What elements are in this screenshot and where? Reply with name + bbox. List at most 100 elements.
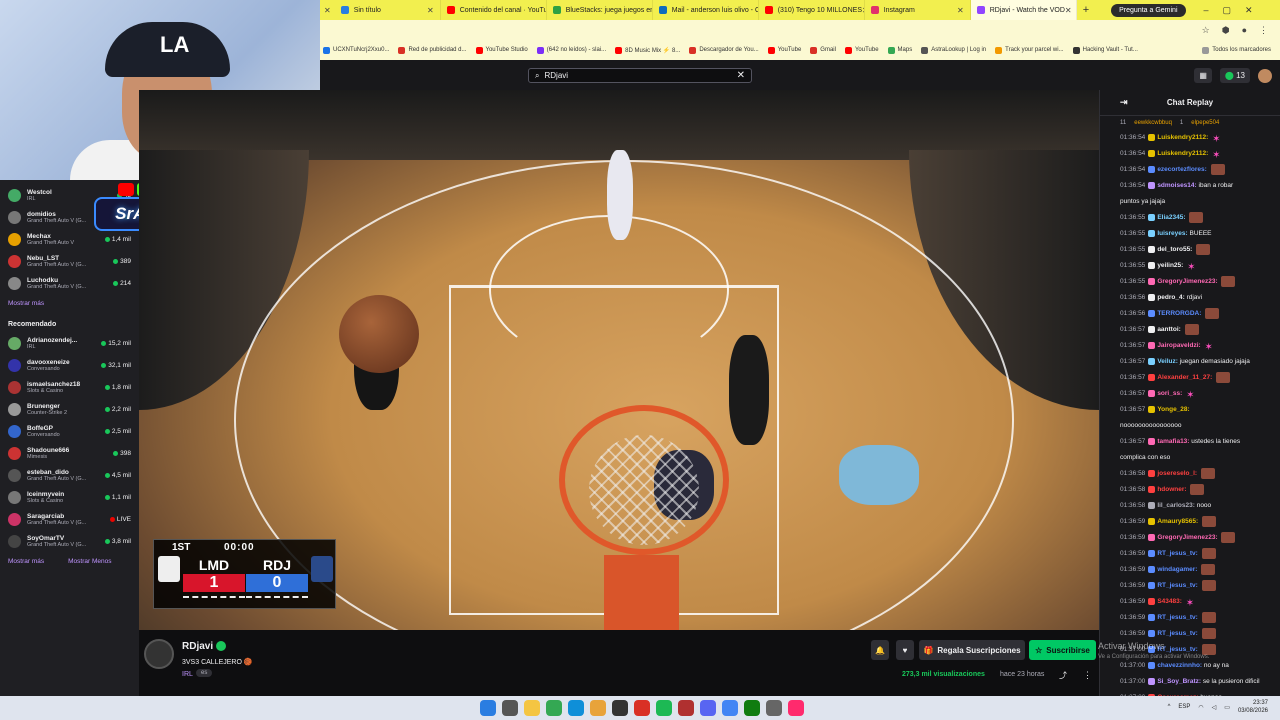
channel-name[interactable]: RDjavi [182,641,213,652]
collapse-chat-icon[interactable]: ⇥ [1120,97,1128,108]
settings-icon[interactable] [766,700,782,716]
stream-category[interactable]: IRL [182,671,193,678]
close-tab-icon[interactable]: ✕ [1065,6,1072,15]
bookmark-item[interactable]: YouTube [844,46,879,54]
browser-tab[interactable]: Instagram ✕ [865,0,971,20]
chat-username[interactable]: RT_jesus_tv: [1157,630,1197,637]
chat-username[interactable]: RT_jesus_tv: [1157,550,1197,557]
sidebar-channel[interactable]: esteban_dido Grand Theft Auto V (G... 4,… [0,464,139,486]
sidebar-channel[interactable]: SoyOmarTV Grand Theft Auto V (G... 3,8 m… [0,530,139,552]
bookmark-item[interactable]: Hacking Vault - Tut... [1072,46,1138,54]
chat-username[interactable]: TERRORGDA: [1157,310,1201,317]
sidebar-channel[interactable]: davooxeneize Conversando 32,1 mil [0,354,139,376]
bookmark-star-icon[interactable]: ☆ [1202,25,1210,36]
menu-icon[interactable]: ⋮ [1259,25,1268,36]
window-controls[interactable]: –▢✕ [1204,5,1267,16]
chat-username[interactable]: GregoryJimenez23: [1157,278,1217,285]
gift-subs-button[interactable]: 🎁 Regala Suscripciones [919,640,1025,660]
bookmark-item[interactable]: (642 no leídos) - slai... [536,46,606,54]
edge-icon[interactable] [568,700,584,716]
sidebar-channel[interactable]: Brunenger Counter-Strike 2 2,2 mil [0,398,139,420]
language-tag[interactable]: es [196,669,213,677]
chat-username[interactable]: hdowner: [1157,486,1186,493]
spotify-icon[interactable] [656,700,672,716]
xbox-icon[interactable] [744,700,760,716]
chat-username[interactable]: Amaury8565: [1157,518,1198,525]
chat-username[interactable]: Luiskendry2112: [1157,150,1208,157]
bookmark-item[interactable]: 8D Music Mix ⚡ 8... [615,46,680,54]
all-bookmarks-button[interactable]: Todos los marcadores [1202,46,1271,54]
subscribe-button[interactable]: ☆ Suscribirse [1029,640,1096,660]
bookmark-item[interactable]: Descargador de You... [689,46,759,54]
capcut-icon[interactable] [788,700,804,716]
channel-points-badge[interactable]: ⬤ 13 [1219,68,1250,83]
browser-tab[interactable]: Contenido del canal · YouTube✕ [441,0,547,20]
chrome-alt-icon[interactable] [722,700,738,716]
leaderboard-entry[interactable]: 1 [1180,120,1183,126]
channel-avatar[interactable] [144,639,174,669]
file-explorer-icon[interactable] [524,700,540,716]
bookmark-item[interactable]: Track your parcel wi... [995,46,1064,54]
leaderboard-entry[interactable]: eewkkcwbbuq [1134,120,1172,126]
battery-icon[interactable]: ▭ [1224,704,1230,711]
chat-username[interactable]: RT_jesus_tv: [1157,582,1197,589]
chat-username[interactable]: yeilin25: [1157,262,1183,269]
show-more-recommended[interactable]: Mostrar más [8,558,44,565]
chat-username[interactable]: Elia2345: [1157,214,1185,221]
chat-username[interactable]: pedro_4: [1157,294,1184,301]
obs-icon[interactable] [678,700,694,716]
leaderboard-entry[interactable]: 11 [1120,120,1126,126]
chat-username[interactable]: Alexander_11_27: [1157,374,1212,381]
browser-tab[interactable]: (310) Tengo 10 MILLONES✕ [759,0,865,20]
chat-username[interactable]: chavezzinnho: [1157,662,1202,669]
sidebar-channel[interactable]: Adrianozendej... IRL 15,2 mil [0,332,139,354]
browser-tab[interactable]: Sin título ✕ [335,0,441,20]
chat-username[interactable]: RT_jesus_tv: [1157,614,1197,621]
chat-username[interactable]: ezecortezflores: [1157,166,1207,173]
sidebar-channel[interactable]: Luchodku Grand Theft Auto V (G... 214 [0,272,139,294]
chat-username[interactable]: josereselo_l: [1157,470,1197,477]
chat-username[interactable]: sdmoises14: [1157,182,1196,189]
bookmark-item[interactable]: Maps [887,46,912,54]
taskbar-clock[interactable]: 23:37 03/08/2026 [1238,699,1268,715]
notifications-bell-button[interactable]: 🔔 [871,640,889,660]
language-indicator[interactable]: ESP [1178,704,1190,710]
show-more-following[interactable]: Mostrar más [0,294,139,313]
chat-username[interactable]: S43483: [1157,598,1182,605]
chat-username[interactable]: GregoryJimenez23: [1157,534,1217,541]
chat-username[interactable]: windagamer: [1157,566,1197,573]
chat-username[interactable]: luisreyes: [1157,230,1187,237]
chat-username[interactable]: Jairopaveldzi: [1157,342,1200,349]
app-icon[interactable] [612,700,628,716]
tray-chevron-icon[interactable]: ^ [1168,704,1171,710]
chat-username[interactable]: Si_Soy_Bratz: [1157,678,1201,685]
browser-tab[interactable]: Mail - anderson luis olivo - Outlook✕ [653,0,759,20]
volume-icon[interactable]: ◁ [1212,704,1217,711]
folder-icon[interactable] [590,700,606,716]
chrome-profile-icon[interactable] [634,700,650,716]
search-icon[interactable] [502,700,518,716]
sidebar-channel[interactable]: Mechax Grand Theft Auto V 1,4 mil [0,228,139,250]
bookmark-item[interactable]: AstraLookup | Log in [921,46,986,54]
bookmark-item[interactable]: Red de publicidad d... [398,46,467,54]
gemini-button[interactable]: Pregunta a Gemini [1111,3,1186,17]
user-avatar[interactable] [1258,68,1272,83]
chat-username[interactable]: Yonge_28: [1157,406,1189,413]
bookmark-item[interactable]: Gmail [810,46,836,54]
sidebar-channel[interactable]: Nebu_LST Grand Theft Auto V (G... 389 [0,250,139,272]
discord-taskbar-icon[interactable] [700,700,716,716]
close-tab-icon[interactable]: ✕ [427,6,434,15]
bookmark-item[interactable]: YouTube Studio [475,46,528,54]
clear-search-icon[interactable]: ✕ [737,70,745,81]
sidebar-channel[interactable]: BoffeGP Conversando 2,5 mil [0,420,139,442]
wifi-icon[interactable]: ◠ [1198,704,1203,711]
chat-username[interactable]: tamafia13: [1157,438,1189,445]
chrome-icon[interactable] [546,700,562,716]
chat-username[interactable]: del_toro55: [1157,246,1192,253]
sidebar-channel[interactable]: Iceinmyvein Slots & Casino 1,1 mil [0,486,139,508]
chat-username[interactable]: aanttoi: [1157,326,1180,333]
show-less-recommended[interactable]: Mostrar Menos [68,558,111,565]
profile-icon[interactable]: ● [1242,25,1247,35]
leaderboard-entry[interactable]: elpepe504 [1191,120,1219,126]
search-input[interactable]: ⌕ RDjavi ✕ [528,68,752,83]
